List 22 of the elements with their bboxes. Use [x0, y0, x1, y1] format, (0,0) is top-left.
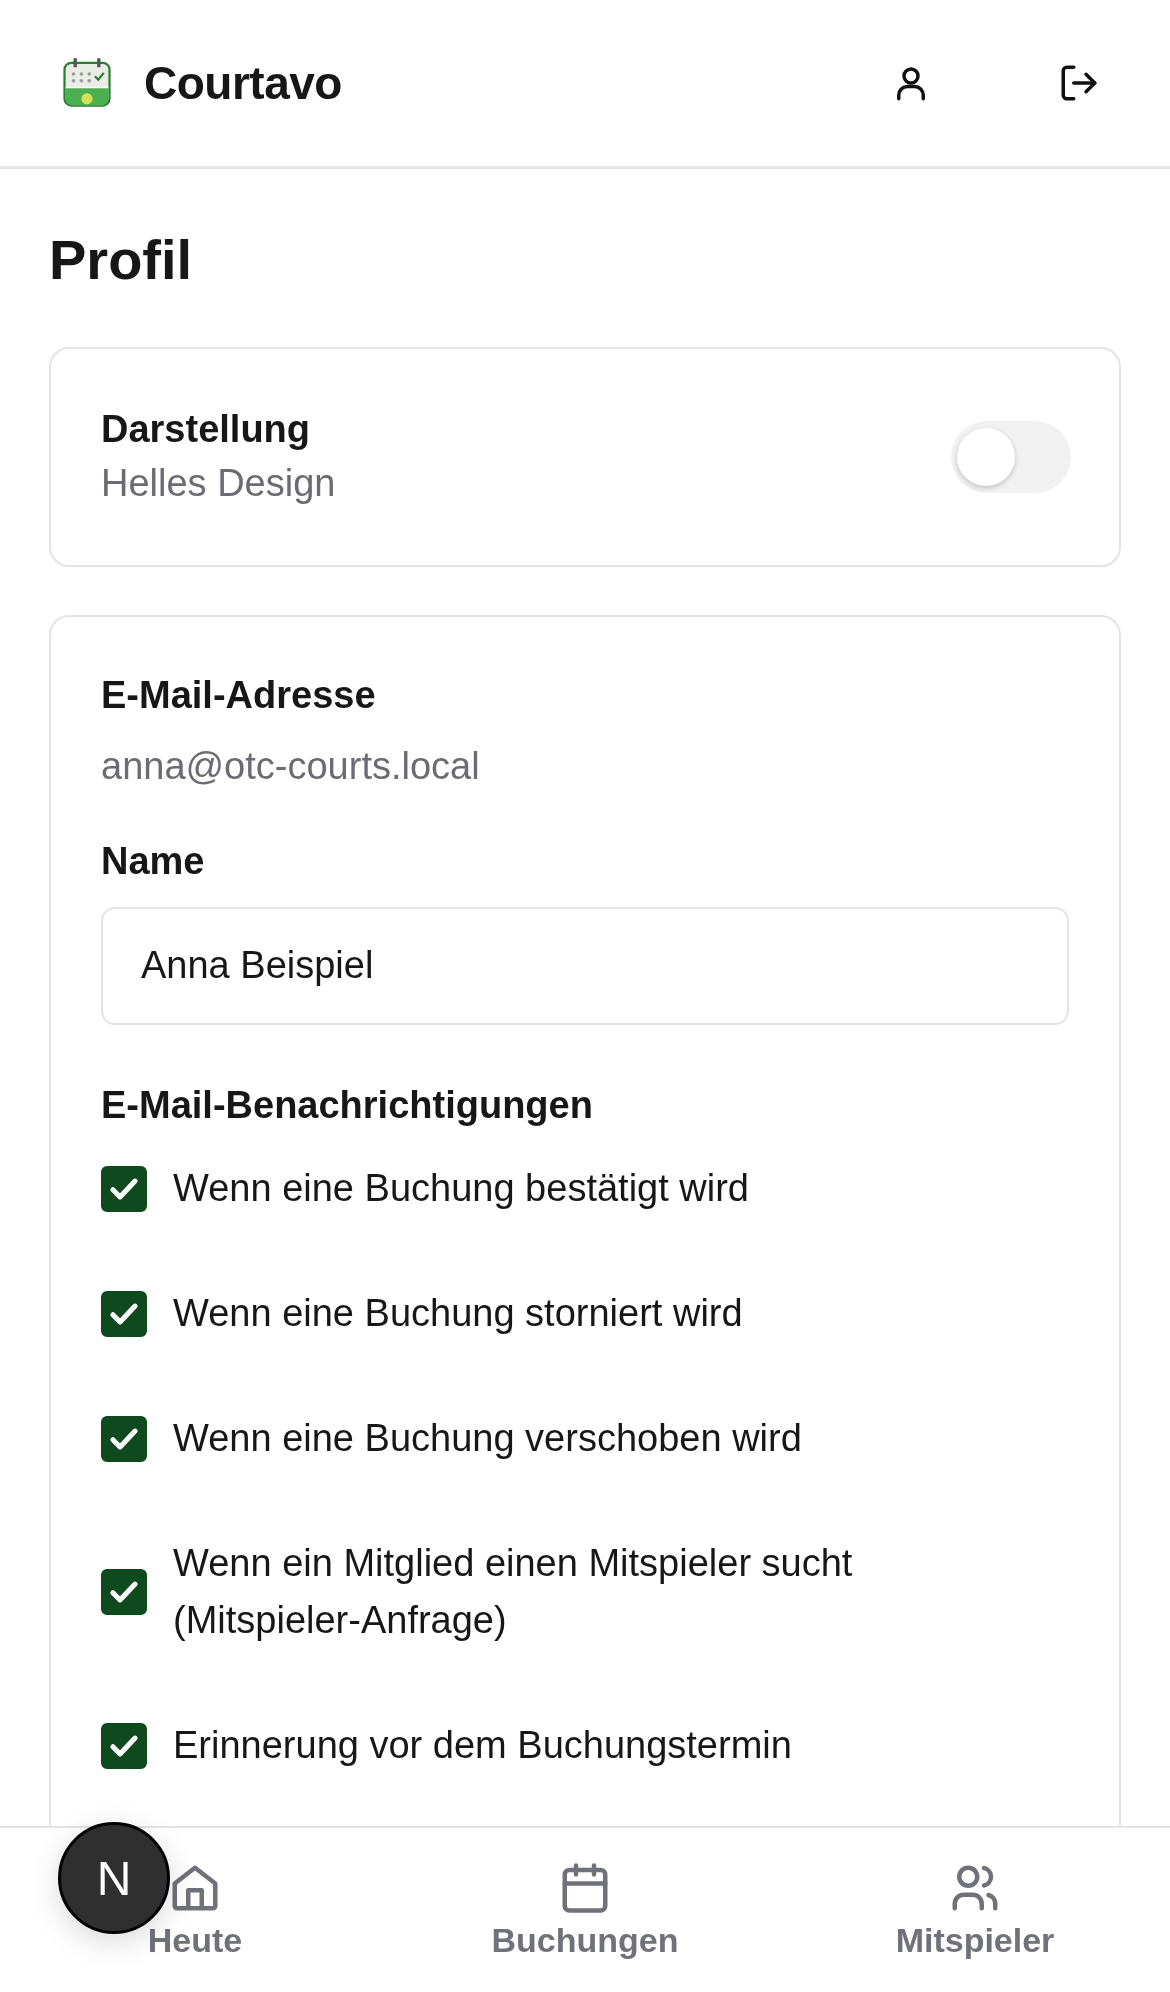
nav-tab[interactable]: Mitspieler — [780, 1828, 1170, 1992]
checkbox-label: Wenn eine Buchung verschoben wird — [173, 1416, 802, 1462]
name-input[interactable]: Anna Beispiel — [101, 906, 1069, 1025]
checkbox[interactable] — [101, 1165, 147, 1212]
checkbox-label: Wenn ein Mitglied einen Mitspieler sucht (Mitspieler-Anfrage) — [173, 1541, 854, 1644]
checkbox-label: Erinnerung vor dem Buchungstermin — [173, 1723, 792, 1769]
field-label: Name — [101, 839, 206, 885]
setting-value: Helles Design — [101, 460, 336, 506]
app-title: Courtavo — [144, 56, 342, 110]
email-text: anna@otc-courts.local — [101, 744, 481, 789]
setting-label: Darstellung — [101, 407, 312, 453]
checkbox-label: Wenn eine Buchung storniert wird — [173, 1291, 743, 1337]
section-label: E-Mail-Benachrichtigungen — [101, 1082, 594, 1128]
checkbox-label: Wenn eine Buchung bestätigt wird — [173, 1166, 749, 1212]
checkbox[interactable] — [101, 1569, 147, 1616]
checkbox[interactable] — [101, 1722, 147, 1769]
field-label: E-Mail-Adresse — [101, 672, 377, 718]
checkbox[interactable] — [101, 1290, 147, 1337]
page-title: Profil — [49, 229, 194, 291]
calendar-court-logo-icon — [60, 56, 114, 110]
nav-tab[interactable]: Buchungen — [390, 1828, 780, 1992]
checkbox[interactable] — [101, 1415, 147, 1462]
